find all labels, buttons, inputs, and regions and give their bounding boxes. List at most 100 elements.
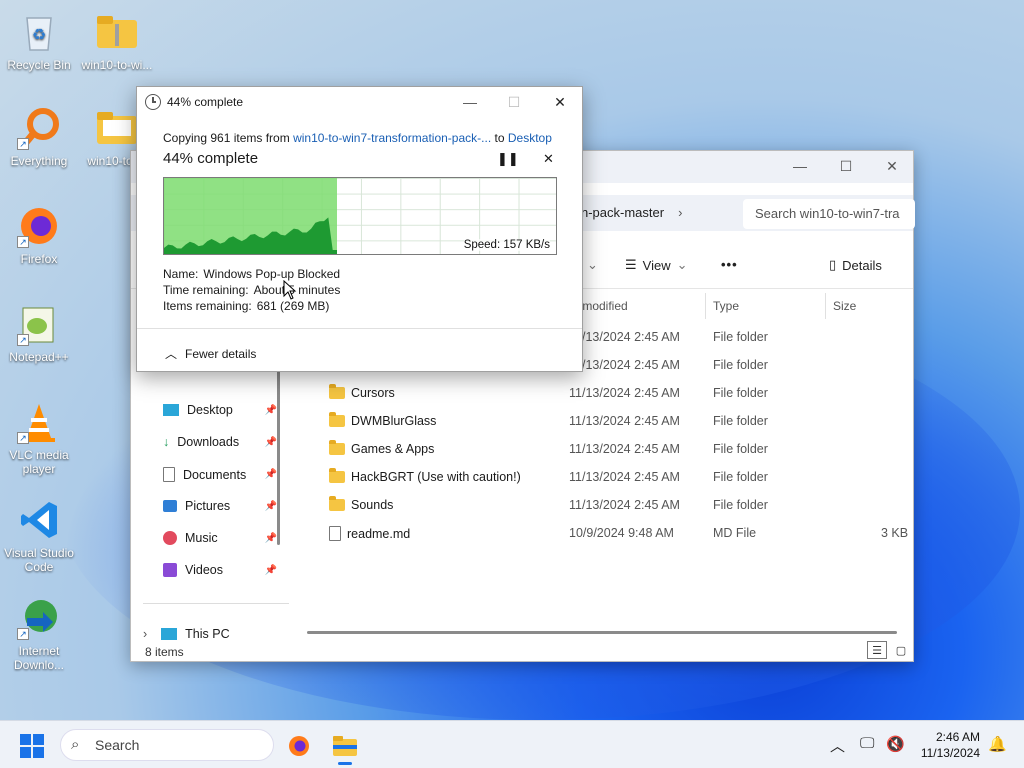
desktop-icon-notepadpp[interactable]: ↗ Notepad++ [0, 302, 79, 364]
minimize-button[interactable]: — [447, 87, 493, 117]
zip-folder-icon [95, 10, 139, 54]
shortcut-arrow-icon: ↗ [17, 334, 29, 346]
chevron-down-icon: ⌄ [676, 257, 688, 272]
start-button[interactable] [20, 734, 44, 758]
view-toggle: ☰ ▢ [867, 641, 911, 659]
taskbar: ⌕ Search ︿ 🖵 🔇 2:46 AM 11/13/2024 🔔 [0, 720, 1024, 768]
view-button[interactable]: ☰ View ⌄ [625, 257, 688, 273]
nav-item-pictures[interactable]: Pictures 📌 [163, 499, 277, 513]
notification-bell-icon[interactable]: 🔔 [988, 735, 1007, 753]
pin-icon: 📌 [264, 469, 277, 480]
desktop-icon [163, 404, 179, 416]
taskbar-clock[interactable]: 2:46 AM 11/13/2024 [910, 729, 980, 761]
shortcut-arrow-icon: ↗ [17, 138, 29, 150]
desktop-icon-firefox[interactable]: ↗ Firefox [0, 204, 79, 266]
taskbar-search[interactable]: ⌕ Search [60, 729, 274, 761]
folder-icon [329, 384, 345, 399]
music-icon [163, 531, 177, 545]
mouse-cursor-icon [283, 280, 297, 300]
chevron-right-icon: › [143, 627, 148, 641]
vlc-cone-icon: ↗ [17, 400, 61, 444]
cancel-button[interactable]: ✕ [543, 151, 554, 167]
svg-text:♻: ♻ [32, 27, 46, 44]
detail-name: Name: Windows Pop-up Blocked [163, 267, 341, 281]
taskbar-file-explorer[interactable] [328, 729, 362, 765]
nav-item-downloads[interactable]: ↓ Downloads 📌 [163, 435, 277, 449]
column-type[interactable]: Type [713, 299, 739, 313]
tiles-view-button[interactable]: ▢ [891, 641, 911, 659]
transfer-speed-graph: Speed: 157 KB/s [163, 177, 557, 255]
recycle-bin-icon: ♻ [17, 10, 61, 54]
folder-icon [329, 496, 345, 511]
dialog-titlebar[interactable]: 44% complete — ☐ ✕ [137, 87, 582, 117]
desktop-icon-idm[interactable]: ↗ Internet Downlo... [0, 596, 79, 672]
file-row[interactable]: HackBGRT (Use with caution!) 11/13/2024 … [291, 463, 911, 491]
file-row[interactable]: Games & Apps 11/13/2024 2:45 AM File fol… [291, 435, 911, 463]
maximize-button[interactable]: ☐ [823, 151, 869, 181]
magnifier-icon: ↗ [17, 106, 61, 150]
pin-icon: 📌 [264, 564, 277, 576]
desktop-icon-recycle-bin[interactable]: ♻ Recycle Bin [0, 10, 79, 72]
pin-icon: 📌 [264, 404, 277, 416]
taskbar-firefox[interactable] [282, 729, 316, 763]
pin-icon: 📌 [264, 500, 277, 512]
clock-icon [145, 94, 161, 110]
document-icon [163, 467, 175, 482]
file-icon [329, 526, 341, 541]
folder-icon [329, 468, 345, 483]
nav-item-music[interactable]: Music 📌 [163, 531, 277, 545]
file-row[interactable]: DWMBlurGlass 11/13/2024 2:45 AM File fol… [291, 407, 911, 435]
pause-button[interactable]: ❚❚ [497, 151, 519, 167]
firefox-icon: ↗ [17, 204, 61, 248]
search-icon: ⌕ [71, 736, 80, 753]
detail-items-remaining: Items remaining: 681 (269 MB) [163, 299, 330, 313]
nav-item-this-pc[interactable]: › This PC [143, 627, 253, 641]
volume-muted-icon[interactable]: 🔇 [886, 735, 905, 753]
details-pane-button[interactable]: ▯ Details [829, 257, 882, 273]
status-item-count: 8 items [145, 645, 184, 659]
explorer-search-input[interactable]: Search win10-to-win7-tra [743, 199, 915, 229]
source-link[interactable]: win10-to-win7-transformation-pack-... [293, 131, 491, 145]
desktop-icon-everything[interactable]: ↗ Everything [0, 106, 79, 168]
column-separator [705, 293, 706, 319]
dialog-footer: ︿ Fewer details [137, 328, 582, 373]
file-row[interactable]: Sounds 11/13/2024 2:45 AM File folder [291, 491, 911, 519]
desktop-icon-zip-folder[interactable]: win10-to-wi... [77, 10, 157, 72]
chevron-right-icon: › [678, 205, 683, 220]
close-button[interactable]: ✕ [869, 151, 915, 181]
minimize-button[interactable]: — [777, 151, 823, 181]
details-view-button[interactable]: ☰ [867, 641, 887, 659]
videos-icon [163, 563, 177, 577]
chevron-up-icon[interactable]: ︿ [830, 735, 845, 756]
file-row[interactable]: Cursors 11/13/2024 2:45 AM File folder [291, 379, 911, 407]
desktop-icon-vlc[interactable]: ↗ VLC media player [0, 400, 79, 476]
shortcut-arrow-icon: ↗ [17, 432, 29, 444]
close-button[interactable]: ✕ [537, 87, 583, 117]
destination-link[interactable]: Desktop [508, 131, 552, 145]
vscode-icon [17, 498, 61, 542]
percent-complete: 44% complete [163, 150, 259, 167]
folder-icon [329, 440, 345, 455]
firefox-icon [289, 736, 309, 756]
shortcut-arrow-icon: ↗ [17, 628, 29, 640]
copy-description: Copying 961 items from win10-to-win7-tra… [163, 131, 552, 145]
column-separator [825, 293, 826, 319]
details-pane-icon: ▯ [829, 257, 837, 272]
more-options-button[interactable]: ••• [721, 257, 738, 272]
fewer-details-button[interactable]: ︿ Fewer details [165, 345, 256, 362]
maximize-button: ☐ [507, 93, 521, 110]
nav-item-documents[interactable]: Documents 📌 [163, 467, 277, 482]
nav-item-videos[interactable]: Videos 📌 [163, 563, 277, 577]
detail-time-remaining: Time remaining: About 5 minutes [163, 283, 341, 297]
chevron-down-icon: ⌄ [587, 257, 598, 272]
nav-item-desktop[interactable]: Desktop 📌 [163, 403, 277, 417]
globe-download-icon: ↗ [17, 596, 61, 640]
copy-progress-dialog[interactable]: 44% complete — ☐ ✕ Copying 961 items fro… [136, 86, 583, 372]
speed-label: Speed: 157 KB/s [463, 239, 550, 251]
horizontal-scrollbar[interactable] [307, 631, 897, 634]
file-row[interactable]: readme.md 10/9/2024 9:48 AM MD File 3 KB [291, 519, 911, 547]
network-icon[interactable]: 🖵 [860, 735, 874, 752]
desktop-icon-vscode[interactable]: Visual Studio Code [0, 498, 79, 574]
address-path[interactable]: n-pack-master › [581, 205, 682, 220]
column-size[interactable]: Size [833, 299, 856, 313]
